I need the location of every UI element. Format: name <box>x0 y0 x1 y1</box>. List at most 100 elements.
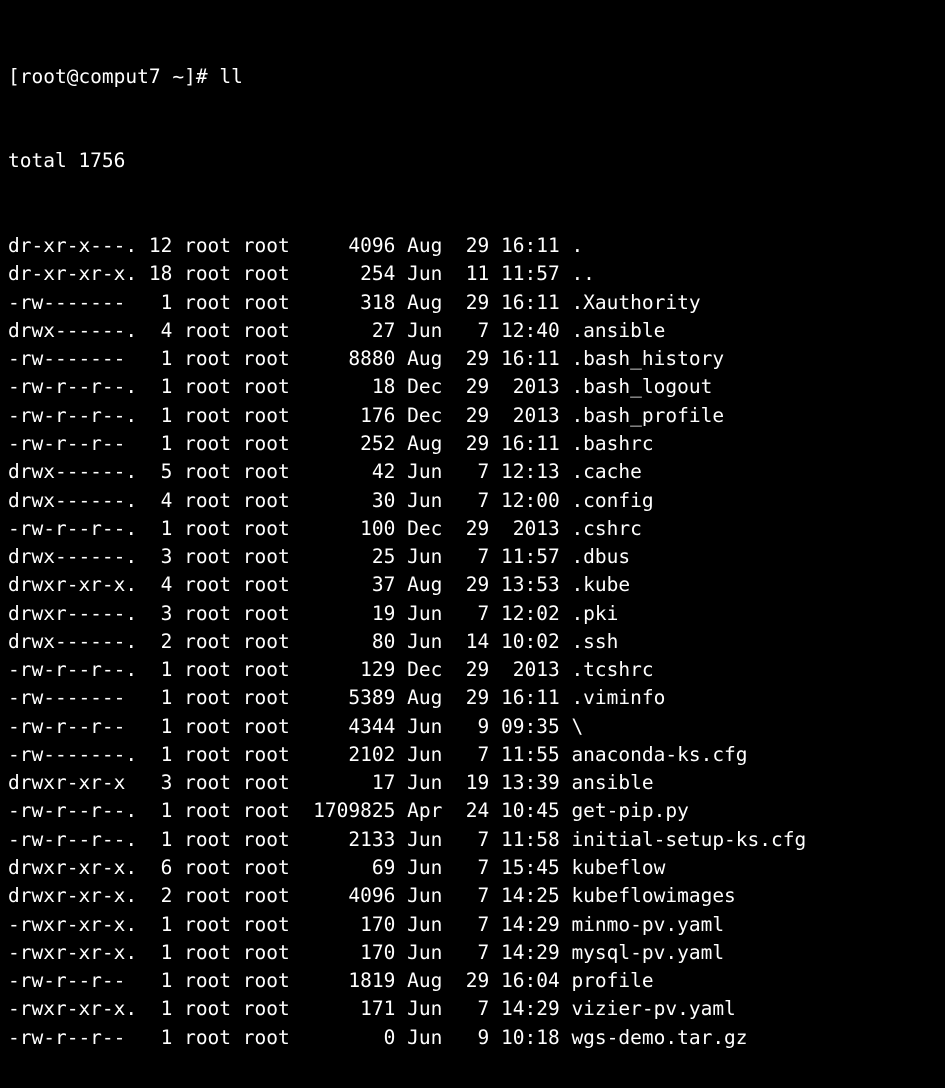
file-owner: root <box>184 317 243 345</box>
file-day: 7 <box>454 995 489 1023</box>
file-owner: root <box>184 345 243 373</box>
file-month: Jun <box>407 260 454 288</box>
file-group: root <box>243 882 302 910</box>
file-group: root <box>243 628 302 656</box>
file-permissions: -rw------- <box>8 684 137 712</box>
file-row: drwx------.3rootroot25Jun711:57.dbus <box>8 543 937 571</box>
file-permissions: -rw-r--r--. <box>8 656 137 684</box>
file-size: 4096 <box>301 232 395 260</box>
file-day: 29 <box>454 515 489 543</box>
file-size: 171 <box>301 995 395 1023</box>
file-permissions: drwx------. <box>8 628 137 656</box>
prompt-line: [root@comput7 ~]# ll <box>8 63 937 91</box>
file-row: drwxr-xr-x.4rootroot37Aug2913:53.kube <box>8 571 937 599</box>
file-group: root <box>243 600 302 628</box>
file-size: 176 <box>301 402 395 430</box>
file-day: 29 <box>454 571 489 599</box>
file-day: 29 <box>454 656 489 684</box>
file-month: Aug <box>407 289 454 317</box>
file-day: 11 <box>454 260 489 288</box>
file-day: 7 <box>454 882 489 910</box>
file-group: root <box>243 684 302 712</box>
file-name: vizier-pv.yaml <box>571 995 735 1023</box>
file-row: -rw-r--r--.1rootroot18Dec292013.bash_log… <box>8 373 937 401</box>
file-owner: root <box>184 543 243 571</box>
file-month: Jun <box>407 713 454 741</box>
file-row: -rw-r--r--1rootroot4344Jun909:35\ <box>8 713 937 741</box>
file-permissions: drwxr-xr-x. <box>8 882 137 910</box>
file-row: -rwxr-xr-x.1rootroot170Jun714:29minmo-pv… <box>8 911 937 939</box>
file-row: drwxr-xr-x.6rootroot69Jun715:45kubeflow <box>8 854 937 882</box>
file-time: 10:45 <box>489 797 559 825</box>
file-row: -rw-r--r--.1rootroot2133Jun711:58initial… <box>8 826 937 854</box>
file-name: .Xauthority <box>571 289 700 317</box>
file-name: kubeflowimages <box>571 882 735 910</box>
file-size: 19 <box>301 600 395 628</box>
file-row: drwx------.4rootroot27Jun712:40.ansible <box>8 317 937 345</box>
file-links: 1 <box>137 939 172 967</box>
file-day: 7 <box>454 487 489 515</box>
file-permissions: drwx------. <box>8 317 137 345</box>
file-size: 2133 <box>301 826 395 854</box>
file-size: 37 <box>301 571 395 599</box>
file-month: Jun <box>407 826 454 854</box>
file-month: Aug <box>407 345 454 373</box>
file-time: 2013 <box>489 515 559 543</box>
file-row: -rw-r--r--.1rootroot1709825Apr2410:45get… <box>8 797 937 825</box>
file-row: drwx------.2rootroot80Jun1410:02.ssh <box>8 628 937 656</box>
file-owner: root <box>184 430 243 458</box>
file-size: 4344 <box>301 713 395 741</box>
file-links: 3 <box>137 543 172 571</box>
file-row: -rwxr-xr-x.1rootroot171Jun714:29vizier-p… <box>8 995 937 1023</box>
file-links: 1 <box>137 515 172 543</box>
file-name: minmo-pv.yaml <box>571 911 724 939</box>
file-size: 254 <box>301 260 395 288</box>
file-row: -rw-r--r--1rootroot1819Aug2916:04profile <box>8 967 937 995</box>
file-time: 16:11 <box>489 232 559 260</box>
file-size: 17 <box>301 769 395 797</box>
file-month: Jun <box>407 487 454 515</box>
file-month: Dec <box>407 656 454 684</box>
file-group: root <box>243 515 302 543</box>
terminal-window[interactable]: [root@comput7 ~]# ll total 1756 dr-xr-x-… <box>0 0 945 1088</box>
file-links: 18 <box>137 260 172 288</box>
file-row: drwx------.4rootroot30Jun712:00.config <box>8 487 937 515</box>
file-size: 27 <box>301 317 395 345</box>
file-time: 11:57 <box>489 260 559 288</box>
file-links: 1 <box>137 995 172 1023</box>
file-links: 1 <box>137 967 172 995</box>
file-owner: root <box>184 741 243 769</box>
file-name: .. <box>571 260 594 288</box>
file-group: root <box>243 911 302 939</box>
shell-prompt: [root@comput7 ~]# <box>8 65 219 88</box>
file-time: 14:29 <box>489 995 559 1023</box>
file-time: 13:39 <box>489 769 559 797</box>
file-day: 29 <box>454 232 489 260</box>
file-links: 1 <box>137 402 172 430</box>
file-month: Jun <box>407 911 454 939</box>
file-group: root <box>243 656 302 684</box>
file-time: 11:57 <box>489 543 559 571</box>
file-time: 2013 <box>489 373 559 401</box>
file-size: 42 <box>301 458 395 486</box>
file-month: Jun <box>407 854 454 882</box>
file-time: 16:11 <box>489 684 559 712</box>
file-permissions: drwxr-xr-x. <box>8 571 137 599</box>
file-permissions: dr-xr-xr-x. <box>8 260 137 288</box>
file-row: -rw-r--r--.1rootroot176Dec292013.bash_pr… <box>8 402 937 430</box>
file-time: 16:11 <box>489 289 559 317</box>
file-owner: root <box>184 289 243 317</box>
file-owner: root <box>184 487 243 515</box>
file-group: root <box>243 1024 302 1052</box>
file-size: 100 <box>301 515 395 543</box>
file-month: Dec <box>407 402 454 430</box>
file-owner: root <box>184 769 243 797</box>
file-owner: root <box>184 628 243 656</box>
file-time: 12:02 <box>489 600 559 628</box>
file-links: 1 <box>137 826 172 854</box>
file-name: .viminfo <box>571 684 665 712</box>
file-time: 16:11 <box>489 430 559 458</box>
file-owner: root <box>184 797 243 825</box>
file-time: 11:55 <box>489 741 559 769</box>
directory-listing: dr-xr-x---.12rootroot4096Aug2916:11.dr-x… <box>8 232 937 1052</box>
